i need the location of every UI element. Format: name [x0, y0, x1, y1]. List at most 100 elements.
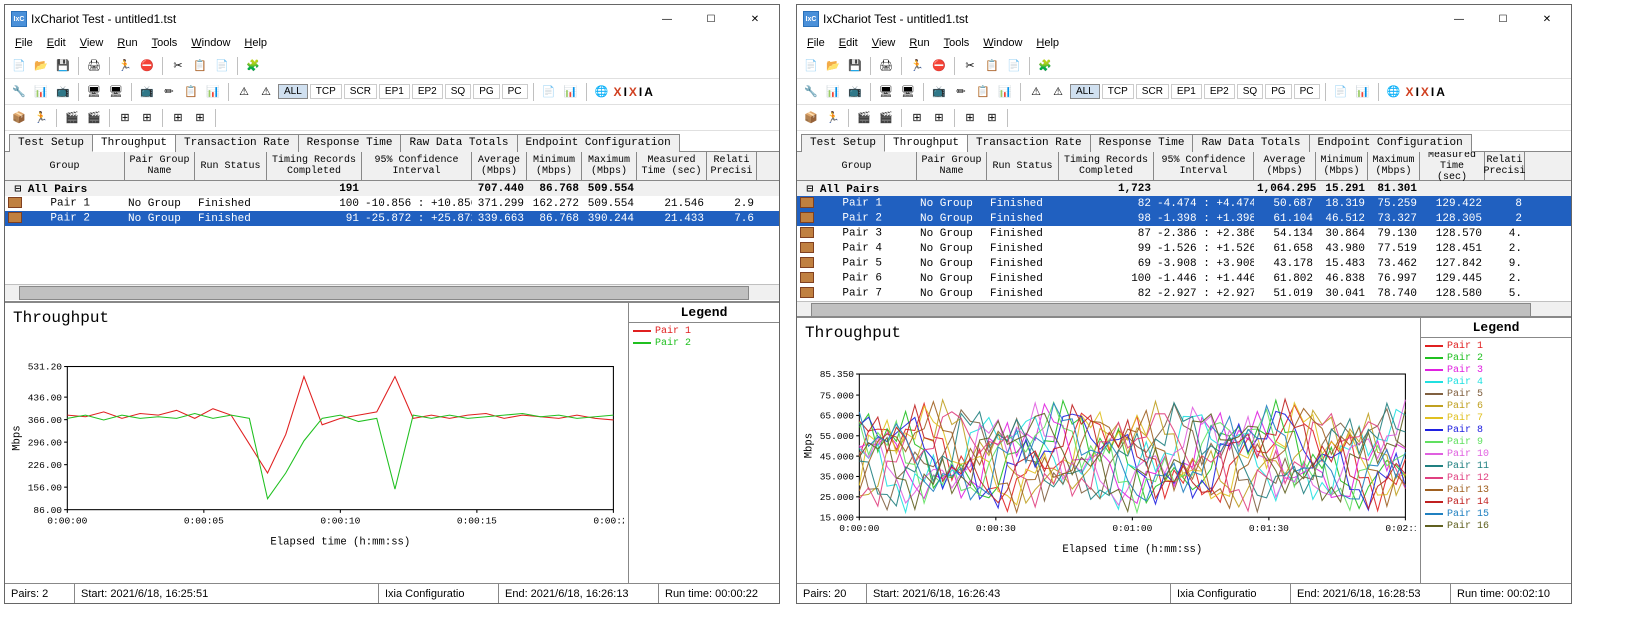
throughput-chart[interactable]: 15.00025.00035.00045.00055.00065.00075.0…: [801, 344, 1416, 579]
pill-ep2[interactable]: EP2: [1204, 84, 1235, 99]
pill-scr[interactable]: SCR: [1136, 84, 1169, 99]
tool3-b-icon[interactable]: 🏃: [31, 108, 51, 128]
tool-j-icon[interactable]: ⚠: [234, 82, 254, 102]
table-row[interactable]: Pair 5No GroupFinished69-3.908 : +3.9084…: [797, 256, 1571, 271]
new-icon[interactable]: 📄: [801, 56, 821, 76]
tool-d-icon[interactable]: 🖥: [876, 82, 896, 102]
menu-view[interactable]: View: [866, 35, 902, 51]
table-row[interactable]: Pair 1No GroupFinished100-10.856 : +10.8…: [5, 196, 779, 211]
tool3-h-icon[interactable]: ⊞: [190, 108, 210, 128]
horizontal-scrollbar[interactable]: [5, 284, 779, 300]
legend-item[interactable]: Pair 2: [1425, 352, 1567, 364]
tool3-f-icon[interactable]: ⊞: [137, 108, 157, 128]
tab-transaction-rate[interactable]: Transaction Rate: [967, 134, 1091, 152]
tool3-b-icon[interactable]: 🏃: [823, 108, 843, 128]
close-button[interactable]: ✕: [733, 5, 777, 33]
puzzle-icon[interactable]: 🧩: [243, 56, 263, 76]
tool-a-icon[interactable]: 🔧: [801, 82, 821, 102]
tab-raw-data[interactable]: Raw Data Totals: [400, 134, 517, 152]
menu-run[interactable]: Run: [903, 35, 935, 51]
tool3-d-icon[interactable]: 🎬: [84, 108, 104, 128]
legend-item[interactable]: Pair 16: [1425, 520, 1567, 532]
menu-help[interactable]: Help: [1030, 35, 1065, 51]
legend-item[interactable]: Pair 8: [1425, 424, 1567, 436]
menu-edit[interactable]: Edit: [833, 35, 864, 51]
table-row[interactable]: Pair 6No GroupFinished100-1.446 : +1.446…: [797, 271, 1571, 286]
throughput-chart[interactable]: 86.00156.00226.00296.00366.00436.00531.2…: [9, 329, 624, 579]
tab-endpoint-config[interactable]: Endpoint Configuration: [517, 134, 680, 152]
minimize-button[interactable]: —: [1437, 5, 1481, 33]
table-row[interactable]: Pair 7No GroupFinished82-2.927 : +2.9275…: [797, 286, 1571, 301]
col-run-status[interactable]: Run Status: [987, 152, 1059, 180]
pill-scr[interactable]: SCR: [344, 84, 377, 99]
col-ci[interactable]: 95% Confidence Interval: [362, 152, 472, 180]
legend-item[interactable]: Pair 9: [1425, 436, 1567, 448]
table-row[interactable]: Pair 2No GroupFinished91-25.872 : +25.87…: [5, 211, 779, 226]
col-pair-group[interactable]: Pair Group Name: [125, 152, 195, 180]
col-run-status[interactable]: Run Status: [195, 152, 267, 180]
tool-c-icon[interactable]: 📺: [53, 82, 73, 102]
tool-a-icon[interactable]: 🔧: [9, 82, 29, 102]
pill-sq[interactable]: SQ: [1237, 84, 1263, 99]
col-avg[interactable]: Average (Mbps): [1254, 152, 1316, 180]
tool-j-icon[interactable]: ⚠: [1026, 82, 1046, 102]
tool-l-icon[interactable]: 📄: [1331, 82, 1351, 102]
pill-ep2[interactable]: EP2: [412, 84, 443, 99]
paste-icon[interactable]: 📄: [212, 56, 232, 76]
col-pair-group[interactable]: Pair Group Name: [917, 152, 987, 180]
tool3-d-icon[interactable]: 🎬: [876, 108, 896, 128]
cut-icon[interactable]: ✂: [168, 56, 188, 76]
legend-item[interactable]: Pair 15: [1425, 508, 1567, 520]
save-icon[interactable]: 💾: [53, 56, 73, 76]
legend-item[interactable]: Pair 2: [633, 337, 775, 349]
tool-b-icon[interactable]: 📊: [823, 82, 843, 102]
legend-item[interactable]: Pair 12: [1425, 472, 1567, 484]
open-icon[interactable]: 📂: [31, 56, 51, 76]
pill-all[interactable]: ALL: [1070, 84, 1100, 99]
tab-test-setup[interactable]: Test Setup: [9, 134, 93, 152]
tool-c-icon[interactable]: 📺: [845, 82, 865, 102]
col-prec[interactable]: Relati Precisi: [707, 152, 757, 180]
tool3-a-icon[interactable]: 📦: [9, 108, 29, 128]
tool3-g-icon[interactable]: ⊞: [168, 108, 188, 128]
menu-view[interactable]: View: [74, 35, 110, 51]
tool3-e-icon[interactable]: ⊞: [115, 108, 135, 128]
tab-throughput[interactable]: Throughput: [92, 134, 176, 152]
tool-e-icon[interactable]: 🖥: [898, 82, 918, 102]
tool3-f-icon[interactable]: ⊞: [929, 108, 949, 128]
maximize-button[interactable]: ☐: [1481, 5, 1525, 33]
legend-item[interactable]: Pair 1: [1425, 340, 1567, 352]
tool-m-icon[interactable]: 📊: [1353, 82, 1373, 102]
col-min[interactable]: Minimum (Mbps): [1316, 152, 1368, 180]
col-max[interactable]: Maximum (Mbps): [1368, 152, 1420, 180]
pill-ep1[interactable]: EP1: [379, 84, 410, 99]
table-row[interactable]: Pair 2No GroupFinished98-1.398 : +1.3986…: [797, 211, 1571, 226]
table-row[interactable]: Pair 3No GroupFinished87-2.386 : +2.3865…: [797, 226, 1571, 241]
pill-tcp[interactable]: TCP: [1102, 84, 1134, 99]
col-timing[interactable]: Timing Records Completed: [267, 152, 362, 180]
paste-icon[interactable]: 📄: [1004, 56, 1024, 76]
tool-f-icon[interactable]: 📺: [929, 82, 949, 102]
tool-e-icon[interactable]: 🖥: [106, 82, 126, 102]
run-icon[interactable]: 🏃: [907, 56, 927, 76]
minimize-button[interactable]: —: [645, 5, 689, 33]
globe-icon[interactable]: 🌐: [1384, 82, 1404, 102]
tab-response-time[interactable]: Response Time: [298, 134, 402, 152]
tool-d-icon[interactable]: 🖥: [84, 82, 104, 102]
legend-item[interactable]: Pair 4: [1425, 376, 1567, 388]
open-icon[interactable]: 📂: [823, 56, 843, 76]
table-row[interactable]: Pair 4No GroupFinished99-1.526 : +1.5266…: [797, 241, 1571, 256]
titlebar[interactable]: IxC IxChariot Test - untitled1.tst — ☐ ✕: [797, 5, 1571, 33]
col-prec[interactable]: Relati Precisi: [1485, 152, 1525, 180]
menu-window[interactable]: Window: [185, 35, 236, 51]
tool-k-icon[interactable]: ⚠: [1048, 82, 1068, 102]
legend-item[interactable]: Pair 5: [1425, 388, 1567, 400]
copy-icon[interactable]: 📋: [982, 56, 1002, 76]
tool-b-icon[interactable]: 📊: [31, 82, 51, 102]
tool-i-icon[interactable]: 📊: [995, 82, 1015, 102]
tab-response-time[interactable]: Response Time: [1090, 134, 1194, 152]
tool-h-icon[interactable]: 📋: [973, 82, 993, 102]
pill-sq[interactable]: SQ: [445, 84, 471, 99]
tab-raw-data[interactable]: Raw Data Totals: [1192, 134, 1309, 152]
close-button[interactable]: ✕: [1525, 5, 1569, 33]
